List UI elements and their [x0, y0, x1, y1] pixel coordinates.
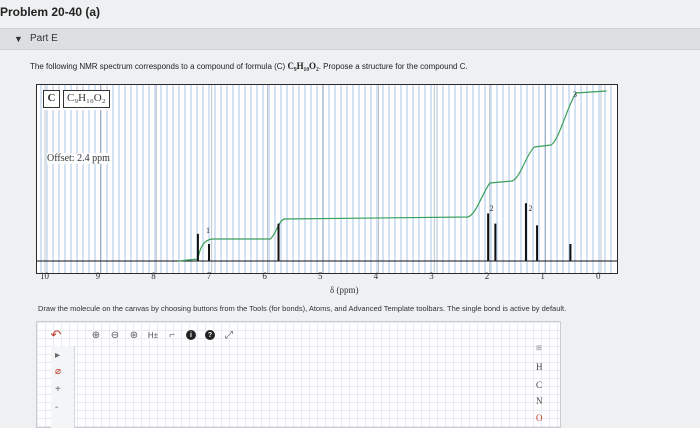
x-tick-label: 8 — [151, 271, 156, 281]
eraser-icon[interactable]: ⌀ — [55, 366, 61, 377]
integration-label: 2 — [490, 204, 494, 213]
expand-icon[interactable]: ⤢ — [223, 327, 235, 343]
zoom-reset-icon[interactable]: ⊛ — [128, 327, 140, 343]
atom-c-button[interactable]: C — [536, 380, 542, 390]
integration-label: 3 — [573, 90, 577, 99]
charge-plus-icon[interactable]: + — [55, 384, 61, 395]
hydrogen-toggle-button[interactable]: H± — [147, 327, 159, 343]
compound-label: C — [43, 90, 60, 108]
offset-label: Offset: 2.4 ppm — [47, 153, 110, 164]
formula-label-box: C C₉H₁₀O₂ — [43, 90, 110, 110]
zoom-in-icon[interactable]: ⊕ — [90, 327, 102, 343]
x-tick-label: 1 — [540, 271, 545, 281]
drawing-instructions: Draw the molecule on the canvas by choos… — [38, 304, 567, 313]
x-tick-label: 0 — [596, 271, 601, 281]
question-text: The following NMR spectrum corresponds t… — [30, 61, 468, 71]
x-tick-label: 4 — [373, 271, 379, 281]
formula-label: C₉H₁₀O₂ — [63, 90, 110, 108]
atoms-toolbar: ⊞ H C N O — [530, 340, 554, 428]
collapse-caret-icon[interactable]: ▼ — [14, 34, 23, 44]
atom-n-button[interactable]: N — [536, 396, 543, 406]
question-prefix: The following NMR spectrum corresponds t… — [30, 62, 288, 71]
help-icon-glyph: ? — [205, 330, 215, 340]
zoom-out-icon[interactable]: ⊖ — [109, 327, 121, 343]
question-suffix: . Propose a structure for the compound C… — [318, 62, 468, 71]
part-label: Part E — [30, 33, 58, 44]
select-arrow-icon[interactable]: ▸ — [55, 350, 60, 361]
charge-minus-icon[interactable]: - — [55, 402, 58, 413]
problem-title: Problem 20-40 (a) — [0, 5, 101, 19]
x-axis-label: δ (ppm) — [330, 285, 359, 295]
help-icon[interactable]: ? — [204, 327, 216, 343]
periodic-table-icon[interactable]: ⊞ — [536, 344, 542, 352]
info-icon[interactable]: i — [185, 327, 197, 343]
part-header[interactable]: ▼ Part E — [0, 28, 700, 50]
integration-label: 2 — [529, 204, 533, 213]
tools-toolbar: ▸ ⌀ + - — [51, 346, 75, 428]
atom-h-button[interactable]: H — [536, 362, 543, 372]
top-toolbar: ↶ ⊕ ⊖ ⊛ H± ⌐ i ? ⤢ — [50, 326, 235, 344]
x-tick-label: 9 — [95, 271, 101, 281]
x-tick-label: 7 — [206, 271, 212, 281]
integration-label: 1 — [206, 226, 210, 235]
nmr-spectrum-plot: 1 2 2 3 — [37, 85, 617, 273]
undo-icon[interactable]: ↶ — [50, 327, 62, 343]
x-tick-label: 2 — [484, 271, 490, 281]
x-tick-label: 10 — [40, 271, 49, 281]
x-tick-label: 6 — [262, 271, 267, 281]
x-tick-label: 5 — [318, 271, 323, 281]
info-icon-glyph: i — [186, 330, 196, 340]
x-tick-label: 3 — [429, 271, 434, 281]
template-icon[interactable]: ⌐ — [166, 327, 178, 343]
integration-curve — [178, 90, 607, 262]
question-formula: C₉H₁₀O₂ — [287, 61, 319, 71]
nmr-spectrum: 1 2 2 3 C C₉H₁₀O₂ Offset: 2.4 ppm — [36, 84, 618, 274]
atom-o-button[interactable]: O — [536, 413, 543, 423]
